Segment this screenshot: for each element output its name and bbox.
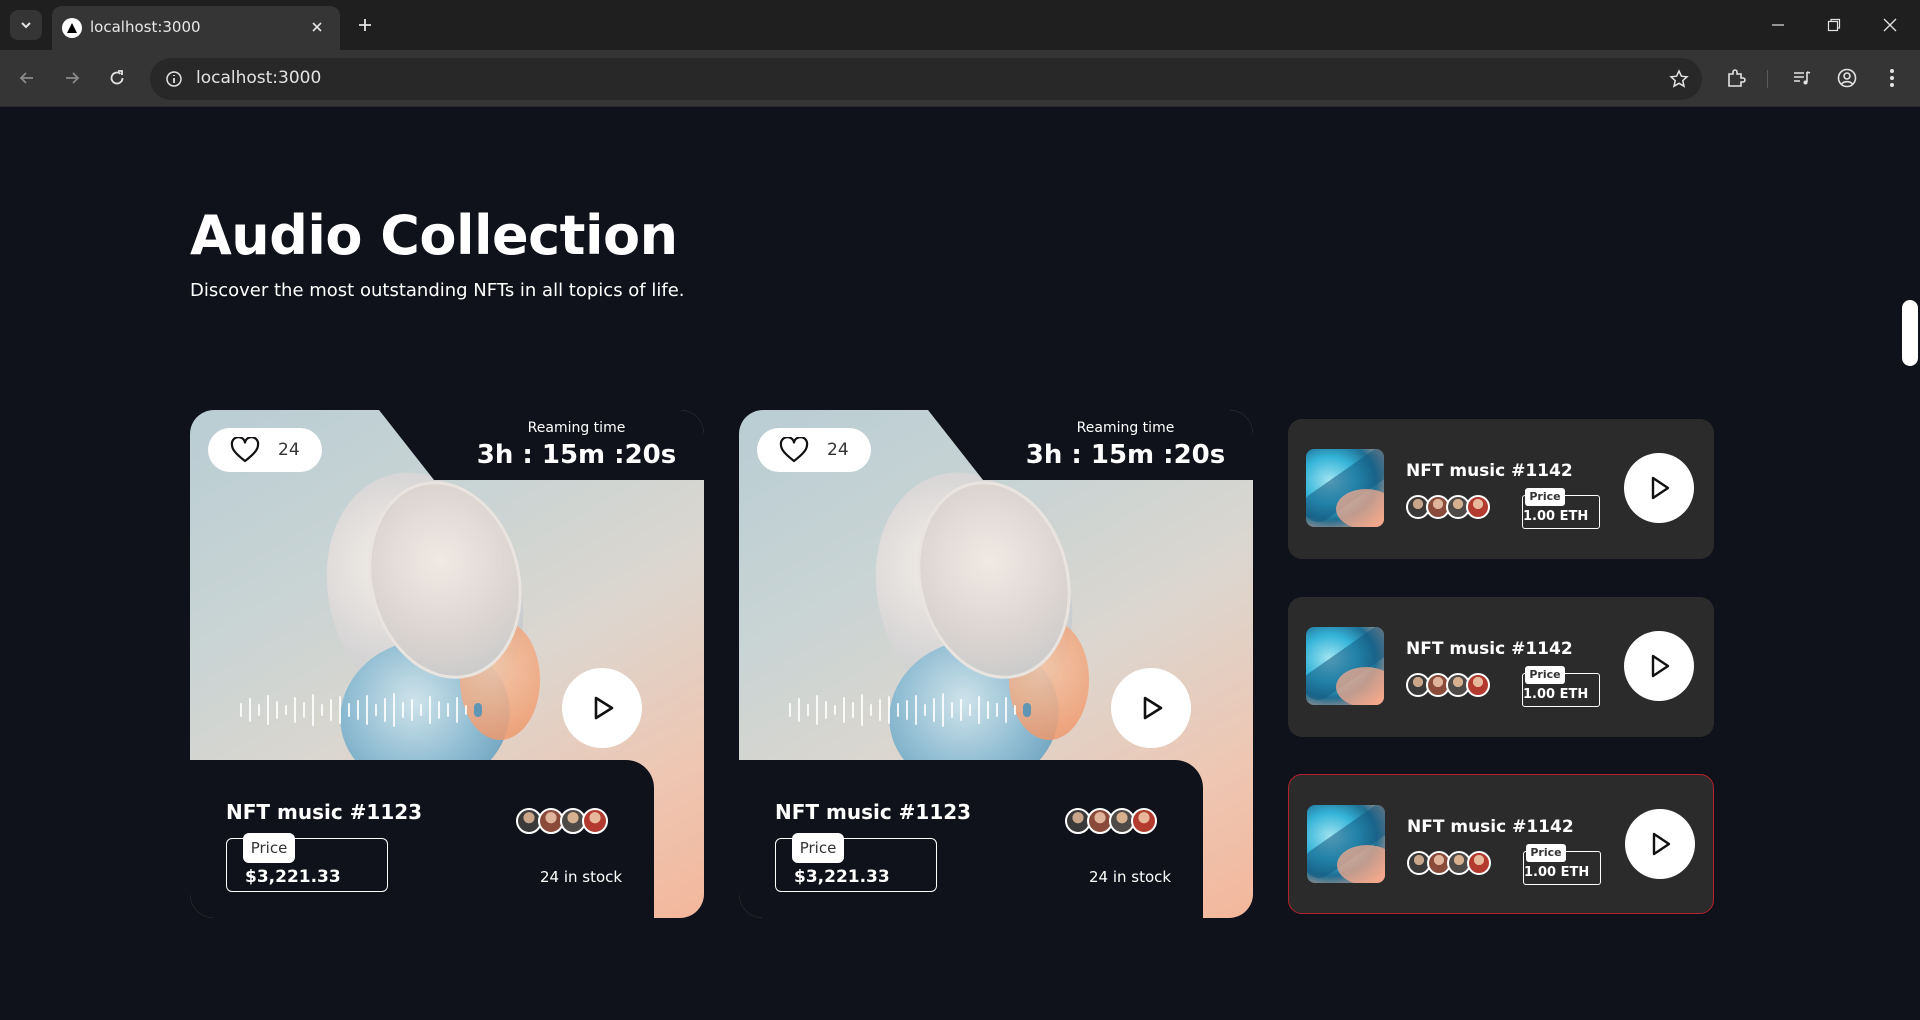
like-count: 24	[827, 440, 849, 460]
page-content: Audio Collection Discover the most outst…	[0, 108, 1920, 1020]
url-text[interactable]: localhost:3000	[196, 68, 321, 88]
avatar	[1467, 851, 1491, 875]
price-box: Price $3,221.33	[775, 833, 937, 892]
scrollbar-thumb[interactable]	[1902, 300, 1918, 366]
section-subtitle: Discover the most outstanding NFTs in al…	[190, 280, 685, 301]
avatar	[582, 808, 608, 834]
avatar	[1466, 495, 1490, 519]
remaining-time-label: Reaming time	[527, 420, 626, 436]
price-box: Price 1.00 ETH	[1522, 666, 1600, 707]
owner-avatars	[1406, 495, 1490, 519]
site-info-icon[interactable]	[162, 67, 186, 91]
browser-toolbar: localhost:3000	[0, 50, 1920, 107]
nft-thumbnail	[1306, 627, 1384, 705]
price-label: Price	[1526, 844, 1566, 862]
price-box: Price $3,221.33	[226, 833, 388, 892]
minimize-icon[interactable]	[1758, 10, 1798, 40]
nft-card[interactable]: Reaming time 3h : 15m :20s 24 NFT music …	[190, 410, 704, 918]
bookmark-star-icon[interactable]	[1666, 66, 1692, 92]
remaining-time-value: 3h : 15m :20s	[476, 440, 677, 470]
toolbar-separator	[1767, 70, 1768, 88]
nft-title: NFT music #1123	[226, 800, 423, 824]
heart-icon	[230, 437, 260, 463]
back-arrow-icon[interactable]	[12, 63, 42, 93]
address-bar[interactable]: localhost:3000	[150, 58, 1702, 100]
play-icon	[1651, 654, 1670, 678]
price-box: Price 1.00 ETH	[1522, 488, 1600, 529]
play-icon	[1652, 832, 1671, 856]
owner-avatars	[1065, 808, 1157, 834]
close-tab-icon[interactable]	[306, 16, 328, 38]
kebab-menu-icon[interactable]	[1877, 63, 1907, 93]
stock-count: 24 in stock	[1089, 868, 1172, 886]
nft-thumbnail	[1307, 805, 1385, 883]
new-tab-plus-icon[interactable]	[352, 12, 378, 38]
reload-icon[interactable]	[102, 63, 132, 93]
remaining-time-box: Reaming time 3h : 15m :20s	[379, 410, 704, 480]
nft-info-panel: NFT music #1123 Price $3,221.33 24 in st…	[190, 760, 654, 918]
price-label: Price	[792, 833, 844, 863]
owner-avatars	[516, 808, 608, 834]
nft-title: NFT music #1142	[1407, 817, 1574, 837]
nft-list-card[interactable]: NFT music #1142 Price 1.00 ETH	[1288, 597, 1714, 737]
price-value: $3,221.33	[245, 867, 341, 887]
price-label: Price	[1525, 488, 1565, 506]
nft-thumbnail	[1306, 449, 1384, 527]
like-button[interactable]: 24	[757, 428, 871, 472]
triangle-favicon-icon	[62, 18, 82, 38]
like-count: 24	[278, 440, 300, 460]
restore-icon[interactable]	[1814, 10, 1854, 40]
chevron-down-icon	[21, 22, 31, 29]
play-icon	[594, 696, 614, 720]
avatar	[1466, 673, 1490, 697]
price-value: 1.00 ETH	[1524, 865, 1590, 880]
media-controls-icon[interactable]	[1787, 63, 1817, 93]
browser-tab-strip: localhost:3000	[0, 0, 1920, 50]
play-button[interactable]	[1625, 809, 1695, 879]
like-button[interactable]: 24	[208, 428, 322, 472]
nft-card[interactable]: Reaming time 3h : 15m :20s 24 NFT music …	[739, 410, 1253, 918]
close-window-icon[interactable]	[1870, 10, 1910, 40]
price-value: 1.00 ETH	[1523, 687, 1589, 702]
play-icon	[1651, 476, 1670, 500]
price-label: Price	[243, 833, 295, 863]
tab-search-button[interactable]	[10, 10, 42, 40]
nft-list-card-active[interactable]: NFT music #1142 Price 1.00 ETH	[1288, 774, 1714, 914]
waveform	[240, 690, 482, 730]
play-icon	[1143, 696, 1163, 720]
price-value: 1.00 ETH	[1523, 509, 1589, 524]
section-title: Audio Collection	[190, 204, 678, 267]
browser-tab[interactable]: localhost:3000	[52, 6, 340, 50]
heart-icon	[779, 437, 809, 463]
nft-list-card[interactable]: NFT music #1142 Price 1.00 ETH	[1288, 419, 1714, 559]
stock-count: 24 in stock	[540, 868, 623, 886]
play-button[interactable]	[1624, 453, 1694, 523]
owner-avatars	[1406, 673, 1490, 697]
profile-icon[interactable]	[1832, 63, 1862, 93]
play-button[interactable]	[1624, 631, 1694, 701]
nft-info-panel: NFT music #1123 Price $3,221.33 24 in st…	[739, 760, 1203, 918]
owner-avatars	[1407, 851, 1491, 875]
extensions-puzzle-icon[interactable]	[1721, 63, 1751, 93]
waveform	[789, 690, 1031, 730]
nft-title: NFT music #1123	[775, 800, 972, 824]
price-label: Price	[1525, 666, 1565, 684]
price-value: $3,221.33	[794, 867, 890, 887]
play-button[interactable]	[1111, 668, 1191, 748]
avatar	[1131, 808, 1157, 834]
price-box: Price 1.00 ETH	[1523, 844, 1601, 885]
nft-title: NFT music #1142	[1406, 639, 1573, 659]
remaining-time-value: 3h : 15m :20s	[1025, 440, 1226, 470]
play-button[interactable]	[562, 668, 642, 748]
remaining-time-box: Reaming time 3h : 15m :20s	[928, 410, 1253, 480]
tab-title: localhost:3000	[90, 18, 201, 36]
forward-arrow-icon[interactable]	[57, 63, 87, 93]
remaining-time-label: Reaming time	[1076, 420, 1175, 436]
nft-title: NFT music #1142	[1406, 461, 1573, 481]
